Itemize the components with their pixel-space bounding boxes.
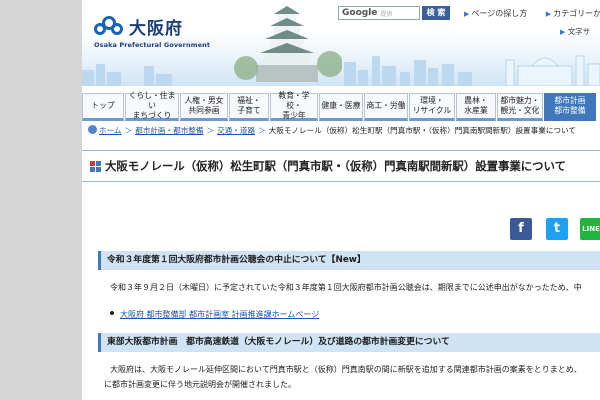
search-button[interactable]: 検 索: [422, 6, 450, 20]
search-input[interactable]: Google 提供: [338, 6, 420, 20]
breadcrumb-separator-icon: ＞: [124, 126, 133, 135]
search-placeholder: 提供: [380, 10, 393, 18]
left-gutter: [0, 0, 82, 400]
page-title: 大阪モノレール（仮称）松生町駅（門真市駅・（仮称）門真南駅間新駅）設置事業につい…: [105, 159, 566, 173]
find-page-link[interactable]: ▶ ページの探し方: [464, 9, 535, 18]
category-label: カテゴリーか: [553, 9, 600, 18]
nav-item-6[interactable]: 商工・労働: [364, 93, 408, 121]
urban-planning-link[interactable]: 大阪府 都市整備部 都市計画室 計画推進課ホームページ: [110, 309, 319, 320]
nav-item-8[interactable]: 農林・ 水産業: [456, 93, 496, 121]
page: 大阪府 Osaka Prefectural Government Google …: [82, 0, 600, 400]
bullet-icon: [110, 311, 114, 315]
triangle-right-icon: ▶: [545, 10, 552, 18]
facebook-share-button[interactable]: f: [510, 218, 532, 240]
category-link[interactable]: ▶ カテゴリーか: [546, 9, 600, 18]
title-squares-icon: [90, 160, 101, 172]
site-logo[interactable]: 大阪府: [94, 14, 183, 39]
breadcrumb-separator-icon: ＞: [206, 126, 215, 135]
nav-item-9[interactable]: 都市魅力・ 観光・文化: [497, 93, 543, 121]
nav-item-10[interactable]: 都市計画 都市整備: [544, 93, 596, 121]
font-size-label: 文字サ: [567, 27, 591, 36]
global-navigation: トップ くらし・住まい まちづくり 人権・男女 共同参画 福祉・ 子育て 教育・学校・ …: [82, 91, 600, 123]
find-page-label: ページの探し方: [471, 9, 528, 18]
nav-item-5[interactable]: 健康・医療: [319, 93, 363, 121]
home-icon: [88, 125, 97, 134]
google-brand-label: Google: [342, 8, 378, 18]
section-heading-hearing: 令和３年度第１回大阪府都市計画公聴会の中止について【New】: [98, 251, 600, 270]
logo-title: 大阪府: [129, 19, 183, 39]
breadcrumb-level2[interactable]: 交通・道路: [217, 126, 255, 135]
breadcrumb-current: 大阪モノレール（仮称）松生町駅（門真市駅・（仮称）門真南駅間新駅）設置事業につい…: [268, 126, 576, 135]
city-skyline-illustration: [82, 55, 600, 86]
nav-item-1[interactable]: くらし・住まい まちづくり: [125, 91, 179, 121]
section-heading-plan-change: 東部大阪都市計画 都市高速鉄道（大阪モノレール）及び道路の都市計画変更について: [98, 333, 600, 352]
triangle-right-icon: ▶: [464, 10, 470, 18]
section-body-plan-change-1: 大阪府は、大阪モノレール延伸区間において門真市駅と（仮称）門真南駅の間に新駅を追…: [110, 365, 582, 374]
nav-item-4[interactable]: 教育・学校・ 青少年: [270, 91, 318, 121]
breadcrumb-level1[interactable]: 都市計画・都市整備: [135, 126, 203, 135]
font-size-link[interactable]: ▶ 文字サ: [560, 26, 590, 37]
page-title-bar: 大阪モノレール（仮称）松生町駅（門真市駅・（仮称）門真南駅間新駅）設置事業につい…: [82, 150, 600, 182]
gourd-logo-icon: [94, 15, 126, 38]
nav-item-7[interactable]: 環境・ リサイクル: [409, 93, 455, 121]
triangle-right-icon: ▶: [560, 28, 566, 36]
breadcrumb-separator-icon: ＞: [258, 126, 266, 135]
breadcrumb: ホーム＞都市計画・都市整備＞交通・道路＞大阪モノレール（仮称）松生町駅（門真市駅…: [88, 125, 594, 136]
header-links: ▶ ページの探し方 ▶ カテゴリーか: [464, 8, 600, 19]
breadcrumb-home[interactable]: ホーム: [99, 126, 122, 135]
line-share-button[interactable]: LINE: [580, 218, 600, 240]
nav-item-0[interactable]: トップ: [82, 93, 124, 121]
section-body-hearing: 令和３年９月２日（木曜日）に予定されていた令和３年度第１回大阪府都市計画公聴会は…: [110, 283, 582, 292]
twitter-share-button[interactable]: t: [546, 218, 568, 240]
urban-planning-link-label: 大阪府 都市整備部 都市計画室 計画推進課ホームページ: [120, 310, 320, 319]
section-body-plan-change-2: に都市計画変更に伴う地元説明会が開催されました。: [104, 380, 296, 389]
nav-item-2[interactable]: 人権・男女 共同参画: [180, 93, 228, 121]
nav-item-3[interactable]: 福祉・ 子育て: [229, 93, 269, 121]
site-header: 大阪府 Osaka Prefectural Government Google …: [82, 0, 600, 86]
